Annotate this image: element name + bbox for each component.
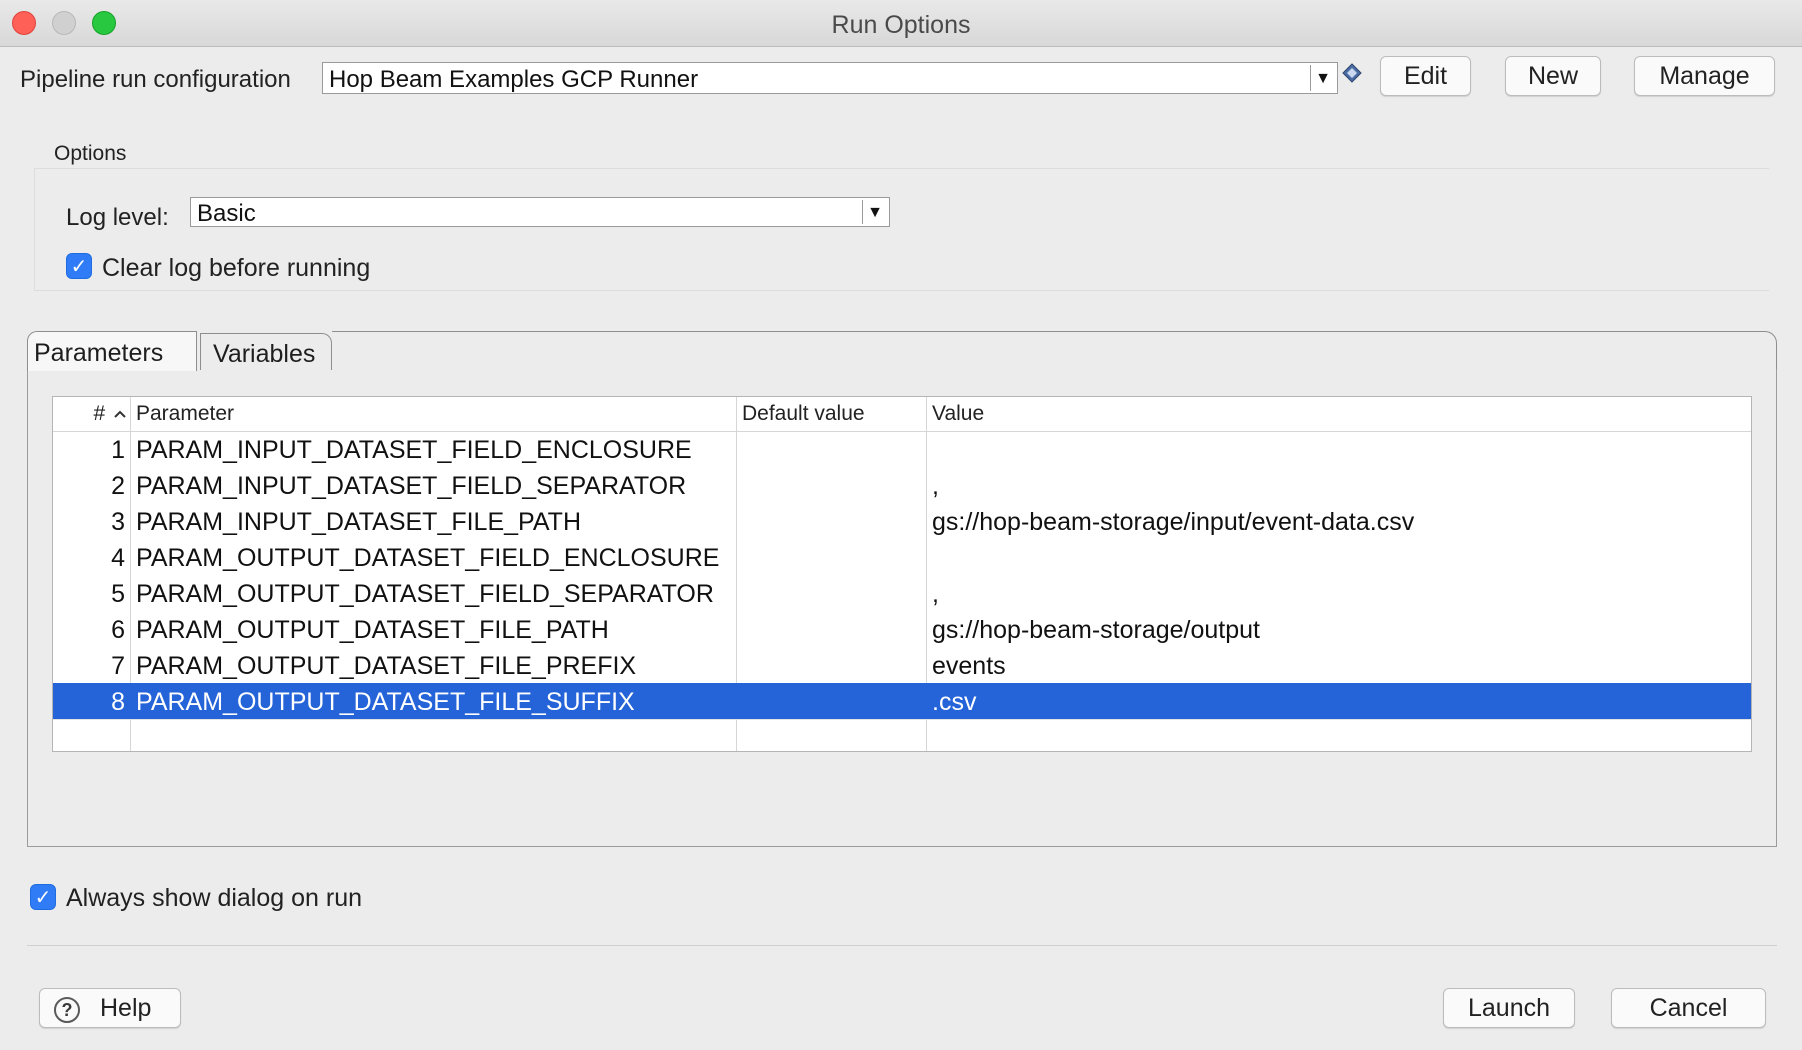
log-level-label: Log level: bbox=[66, 204, 169, 231]
parameter-value[interactable] bbox=[927, 539, 1751, 575]
tab-parameters[interactable]: Parameters bbox=[27, 331, 197, 371]
window-title: Run Options bbox=[831, 11, 971, 39]
new-button[interactable]: New bbox=[1505, 56, 1601, 96]
log-level-select[interactable]: Basic ▼ bbox=[190, 197, 890, 227]
dropdown-arrow-icon[interactable]: ▼ bbox=[1310, 65, 1335, 91]
row-number: 6 bbox=[111, 616, 125, 644]
default-value[interactable] bbox=[737, 539, 925, 575]
cancel-button[interactable]: Cancel bbox=[1611, 988, 1766, 1028]
default-value[interactable] bbox=[737, 611, 925, 647]
default-value[interactable] bbox=[737, 683, 925, 719]
table-row[interactable]: 3 PARAM_INPUT_DATASET_FILE_PATH gs://hop… bbox=[53, 503, 1751, 539]
row-number: 7 bbox=[111, 652, 125, 680]
default-value[interactable] bbox=[737, 503, 925, 539]
help-label: Help bbox=[100, 994, 152, 1022]
parameter-name[interactable]: PARAM_INPUT_DATASET_FILE_PATH bbox=[131, 503, 735, 539]
checkmark-icon: ✓ bbox=[34, 887, 52, 909]
table-row[interactable]: 6 PARAM_OUTPUT_DATASET_FILE_PATH gs://ho… bbox=[53, 611, 1751, 647]
options-group-label: Options bbox=[54, 142, 127, 165]
default-value[interactable] bbox=[737, 467, 925, 503]
default-value[interactable] bbox=[737, 575, 925, 611]
tab-folder-outline bbox=[332, 331, 1777, 371]
row-number: 1 bbox=[111, 436, 125, 464]
row-number: 4 bbox=[111, 544, 125, 572]
edit-button[interactable]: Edit bbox=[1380, 56, 1471, 96]
parameter-value[interactable]: events bbox=[927, 647, 1751, 683]
run-config-select[interactable]: Hop Beam Examples GCP Runner ▼ bbox=[322, 62, 1338, 94]
clear-log-checkbox[interactable]: ✓ bbox=[66, 253, 92, 279]
row-number: 8 bbox=[111, 688, 125, 716]
parameter-value[interactable]: gs://hop-beam-storage/input/event-data.c… bbox=[927, 503, 1751, 539]
run-config-value: Hop Beam Examples GCP Runner bbox=[329, 66, 699, 93]
parameter-name[interactable]: PARAM_OUTPUT_DATASET_FILE_PATH bbox=[131, 611, 735, 647]
default-value[interactable] bbox=[737, 431, 925, 467]
tab-variables[interactable]: Variables bbox=[200, 333, 332, 370]
tab-variables-label: Variables bbox=[213, 340, 316, 368]
parameter-name[interactable]: PARAM_OUTPUT_DATASET_FILE_SUFFIX bbox=[131, 683, 735, 719]
parameter-value[interactable] bbox=[927, 431, 1751, 467]
run-config-label: Pipeline run configuration bbox=[20, 66, 291, 93]
parameters-table[interactable]: # Parameter Default value Value 1 PARAM_… bbox=[52, 396, 1752, 752]
tab-parameters-label: Parameters bbox=[34, 339, 164, 367]
row-number: 5 bbox=[111, 580, 125, 608]
parameter-name[interactable]: PARAM_OUTPUT_DATASET_FIELD_ENCLOSURE bbox=[131, 539, 735, 575]
row-number: 3 bbox=[111, 508, 125, 536]
variable-diamond-icon bbox=[1342, 63, 1362, 83]
table-row[interactable]: 7 PARAM_OUTPUT_DATASET_FILE_PREFIX event… bbox=[53, 647, 1751, 683]
table-row[interactable]: 2 PARAM_INPUT_DATASET_FIELD_SEPARATOR , bbox=[53, 467, 1751, 503]
help-button[interactable]: ? Help bbox=[39, 988, 181, 1028]
log-level-value: Basic bbox=[197, 200, 256, 227]
parameter-value[interactable]: .csv bbox=[927, 683, 1751, 719]
parameter-name[interactable]: PARAM_OUTPUT_DATASET_FIELD_SEPARATOR bbox=[131, 575, 735, 611]
column-header-value[interactable]: Value bbox=[927, 397, 1751, 431]
footer-separator bbox=[27, 945, 1777, 946]
parameter-name[interactable]: PARAM_INPUT_DATASET_FIELD_SEPARATOR bbox=[131, 467, 735, 503]
table-row[interactable]: 4 PARAM_OUTPUT_DATASET_FIELD_ENCLOSURE bbox=[53, 539, 1751, 575]
options-group-top-border bbox=[34, 168, 1769, 169]
always-show-checkbox[interactable]: ✓ bbox=[30, 884, 56, 910]
manage-button[interactable]: Manage bbox=[1634, 56, 1775, 96]
clear-log-label: Clear log before running bbox=[102, 254, 371, 282]
parameter-value[interactable]: , bbox=[927, 575, 1751, 611]
always-show-label: Always show dialog on run bbox=[66, 884, 362, 912]
column-header-parameter[interactable]: Parameter bbox=[131, 397, 735, 431]
parameter-name[interactable]: PARAM_INPUT_DATASET_FIELD_ENCLOSURE bbox=[131, 431, 735, 467]
row-number: 2 bbox=[111, 472, 125, 500]
dropdown-arrow-icon[interactable]: ▼ bbox=[862, 200, 887, 224]
column-number-label: # bbox=[93, 402, 106, 425]
checkmark-icon: ✓ bbox=[70, 256, 88, 278]
title-bar: Run Options bbox=[0, 0, 1802, 47]
question-circle-icon: ? bbox=[54, 997, 80, 1023]
options-group-bottom-border bbox=[34, 290, 1769, 291]
table-row[interactable]: 5 PARAM_OUTPUT_DATASET_FIELD_SEPARATOR , bbox=[53, 575, 1751, 611]
parameter-value[interactable]: gs://hop-beam-storage/output bbox=[927, 611, 1751, 647]
column-header-default-value[interactable]: Default value bbox=[737, 397, 925, 431]
table-row[interactable]: 1 PARAM_INPUT_DATASET_FIELD_ENCLOSURE bbox=[53, 431, 1751, 467]
chevron-up-icon bbox=[114, 411, 126, 419]
table-row-empty[interactable] bbox=[53, 719, 1751, 752]
parameter-value[interactable]: , bbox=[927, 467, 1751, 503]
launch-button[interactable]: Launch bbox=[1443, 988, 1575, 1028]
default-value[interactable] bbox=[737, 647, 925, 683]
table-header: # Parameter Default value Value bbox=[53, 397, 1751, 432]
options-group-left-border bbox=[34, 168, 35, 291]
column-header-number[interactable]: # bbox=[53, 397, 129, 431]
table-row-selected[interactable]: 8 PARAM_OUTPUT_DATASET_FILE_SUFFIX .csv bbox=[53, 683, 1751, 719]
parameter-name[interactable]: PARAM_OUTPUT_DATASET_FILE_PREFIX bbox=[131, 647, 735, 683]
